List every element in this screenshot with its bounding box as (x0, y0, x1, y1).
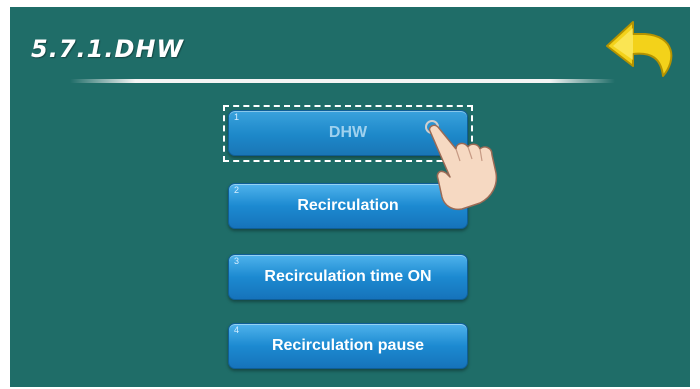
menu-item-label: DHW (328, 124, 368, 141)
back-button[interactable] (603, 20, 681, 84)
menu-item-label: Recirculation pause (271, 337, 425, 354)
menu-button-recirculation-time-on[interactable]: 3 Recirculation time ON (228, 254, 468, 300)
screen: 5.7.1.DHW 1 DHW 2 Recirculation 3 Recirc… (10, 7, 690, 387)
menu-button-dhw[interactable]: 1 DHW (228, 110, 468, 156)
back-arrow-icon (606, 21, 673, 77)
menu-button-recirculation-pause[interactable]: 4 Recirculation pause (228, 323, 468, 369)
menu-item-number: 2 (234, 185, 240, 195)
menu-item-number: 3 (234, 256, 240, 266)
page-title: 5.7.1.DHW (31, 35, 184, 63)
title-divider (70, 79, 615, 83)
menu-button-recirculation[interactable]: 2 Recirculation (228, 183, 468, 229)
menu-item-label: Recirculation time ON (264, 268, 432, 285)
menu-item-number: 4 (234, 325, 240, 335)
menu-item-number: 1 (234, 112, 240, 122)
menu-item-label: Recirculation (297, 197, 399, 214)
